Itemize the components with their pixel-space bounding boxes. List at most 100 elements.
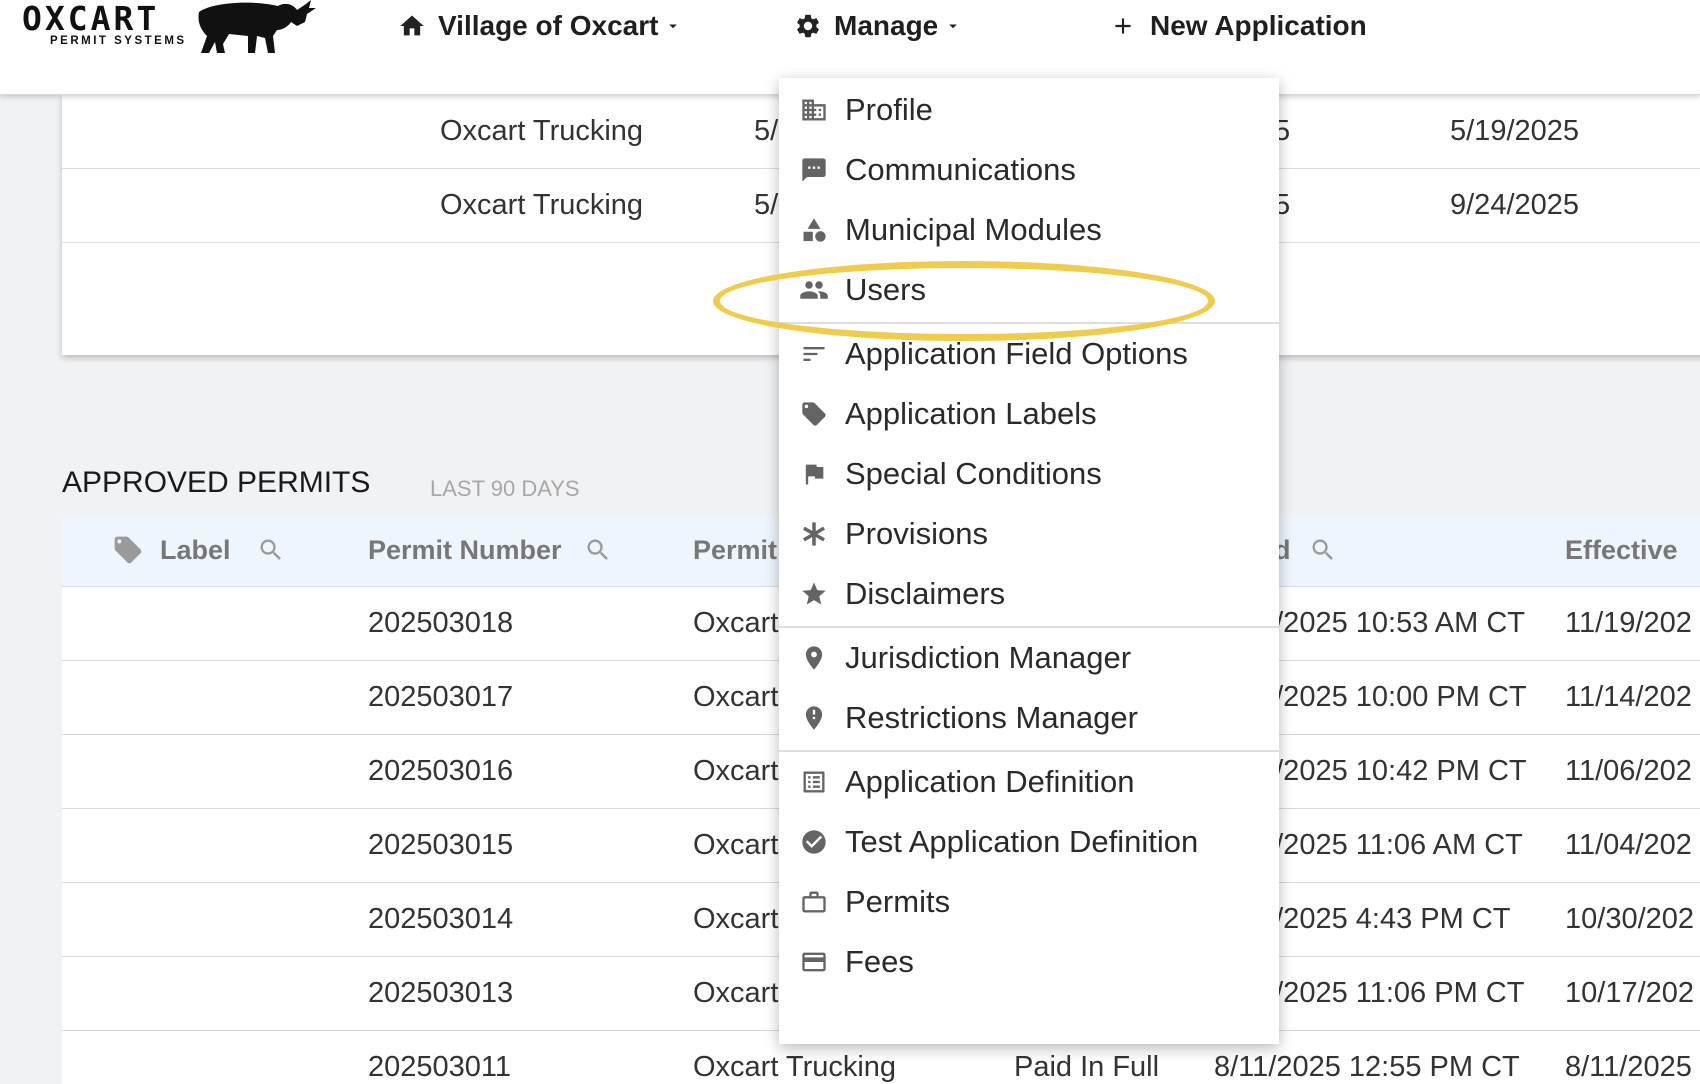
company-cell: Oxcart [693,607,779,639]
nav-village-dropdown[interactable]: Village of Oxcart [398,6,682,46]
list-document-icon [803,771,825,793]
menu-item-label: Communications [845,152,1076,187]
oxcart-logo[interactable]: OXCART PERMIT SYSTEMS [22,0,187,48]
menu-item-label: Application Labels [845,396,1097,431]
menu-item-label: Fees [845,944,914,979]
company-cell: Oxcart [693,903,779,935]
menu-item-label: Test Application Definition [845,824,1199,859]
flag-icon [805,464,824,485]
asterisk-icon [803,522,825,546]
nav-village-label: Village of Oxcart [438,10,659,41]
manage-dropdown-menu: Profile Communications Municipal Modules… [779,78,1279,1044]
gear-icon [797,14,819,38]
approved-cell: 4/2025 11:06 AM CT [1259,829,1523,861]
menu-item-application-definition[interactable]: Application Definition [779,752,1279,812]
menu-item-label: Profile [845,92,933,127]
logo-wordmark: OXCART [22,0,160,38]
menu-item-communications[interactable]: Communications [779,140,1279,200]
menu-item-label: Users [845,272,926,307]
expires-cell: 9/24/2025 [1450,189,1580,221]
section-title: APPROVED PERMITS [62,466,371,499]
menu-item-permits[interactable]: Permits [779,872,1279,932]
approved-cell: 7/2025 11:06 PM CT [1259,977,1525,1009]
effective-column-header[interactable]: Effective [1565,533,1678,567]
star-icon [802,582,826,605]
permit-number-header-text: Permit Number [368,534,562,565]
building-icon [802,99,826,121]
permit-number-cell: 202503017 [368,681,514,713]
menu-item-users[interactable]: Users [779,260,1279,320]
approved-cell: 4/2025 10:00 PM CT [1259,681,1527,713]
effective-cell: 11/14/202 [1565,681,1692,713]
company-cell: Oxcart Trucking [440,115,644,147]
approved-cell: 9/2025 10:53 AM CT [1259,607,1525,639]
permit-header-text: Permit [693,534,778,565]
menu-item-label: Application Definition [845,764,1135,799]
company-cell: Oxcart [693,829,779,861]
bull-logo-icon [198,0,316,53]
briefcase-icon [802,891,826,913]
permit-number-cell: 202503011 [368,1051,512,1083]
chevron-down-icon [669,24,678,29]
search-icon[interactable] [257,536,285,564]
effective-cell: 10/17/202 [1565,977,1695,1009]
approved-cell: 6/2025 10:42 PM CT [1259,755,1527,787]
menu-item-label: Provisions [845,516,988,551]
menu-item-profile[interactable]: Profile [779,80,1279,140]
date-cell: 5/ [754,115,779,147]
tag-icon [802,402,826,426]
menu-item-label: Disclaimers [845,576,1006,611]
new-application-label: New Application [1150,10,1367,41]
nav-manage-dropdown[interactable]: Manage [794,6,962,46]
status-cell: Paid In Full [1014,1051,1160,1083]
nav-manage-label: Manage [834,10,939,41]
menu-item-label: Permits [845,884,951,919]
permit-number-cell: 202503014 [368,903,514,935]
menu-item-label: Jurisdiction Manager [845,640,1132,675]
permit-number-cell: 202503016 [368,755,514,787]
menu-item-fees[interactable]: Fees [779,932,1279,992]
menu-item-label: Restrictions Manager [845,700,1138,735]
menu-item-label: Municipal Modules [845,212,1102,247]
permit-column-header[interactable]: Permit [693,533,777,567]
company-cell: Oxcart Trucking [440,189,644,221]
plus-icon [1115,18,1131,34]
menu-item-provisions[interactable]: Provisions [779,504,1279,564]
effective-cell: 11/19/202 [1565,607,1692,639]
search-icon[interactable] [1309,536,1337,564]
approved-cell: 9/2025 4:43 PM CT [1259,903,1511,935]
menu-item-label: Application Field Options [845,336,1188,371]
menu-item-municipal-modules[interactable]: Municipal Modules [779,200,1279,260]
effective-cell: 11/04/202 [1565,829,1692,861]
check-circle-icon [802,830,826,854]
shapes-icon [803,218,826,242]
effective-header-text: Effective [1565,534,1678,565]
menu-item-special-conditions[interactable]: Special Conditions [779,444,1279,504]
alert-pin-icon [805,706,823,730]
menu-item-application-labels[interactable]: Application Labels [779,384,1279,444]
section-subtitle: LAST 90 DAYS [430,476,580,501]
company-cell: Oxcart Trucking [693,1051,897,1083]
credit-card-icon [802,952,826,972]
permit-number-cell: 202503013 [368,977,514,1009]
new-application-button[interactable]: New Application [1110,6,1367,46]
search-icon[interactable] [584,536,612,564]
effective-cell: 8/11/2025 [1565,1051,1692,1083]
menu-item-application-field-options[interactable]: Application Field Options [779,324,1279,384]
menu-item-jurisdiction-manager[interactable]: Jurisdiction Manager [779,628,1279,688]
company-cell: Oxcart [693,977,779,1009]
effective-cell: 11/06/202 [1565,755,1692,787]
menu-item-disclaimers[interactable]: Disclaimers [779,564,1279,624]
sort-lines-icon [803,347,825,361]
location-pin-icon [805,646,823,670]
label-column-header[interactable]: Label [112,533,285,567]
home-icon [400,15,424,36]
chevron-down-icon [949,24,957,29]
expires-cell: 5/19/2025 [1450,115,1580,147]
permit-number-cell: 202503015 [368,829,514,861]
menu-item-restrictions-manager[interactable]: Restrictions Manager [779,688,1279,748]
permit-number-column-header[interactable]: Permit Number [368,533,612,567]
chat-icon [802,158,826,182]
users-icon [800,281,828,299]
menu-item-test-application-definition[interactable]: Test Application Definition [779,812,1279,872]
